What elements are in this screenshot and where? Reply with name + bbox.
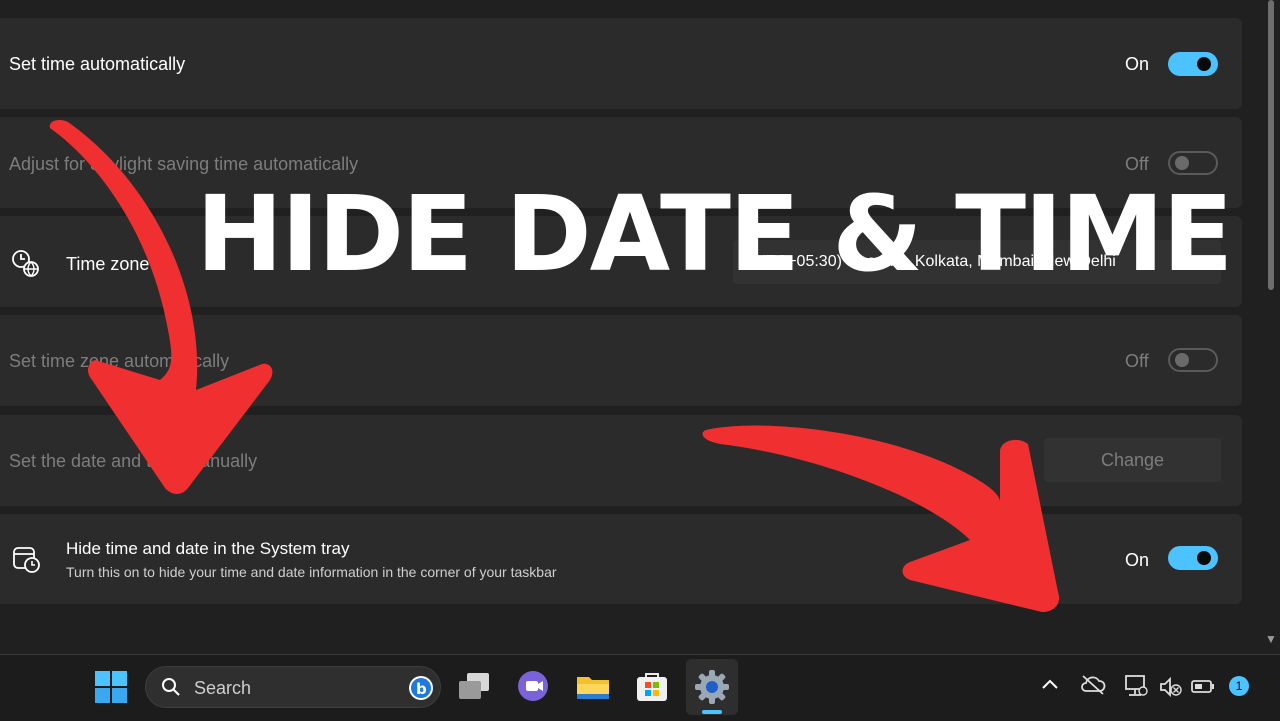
red-arrows-overlay: [49, 120, 1060, 612]
volume-muted-icon[interactable]: [1158, 675, 1184, 704]
bing-icon[interactable]: b: [408, 675, 434, 706]
right-arrow: [702, 425, 1060, 612]
gear-icon: [692, 667, 732, 712]
network-icon[interactable]: [1123, 673, 1149, 704]
search-icon: [161, 677, 181, 702]
active-app-indicator: [702, 710, 722, 714]
chevron-up-icon[interactable]: [1040, 675, 1060, 700]
battery-icon[interactable]: [1190, 677, 1216, 702]
notification-badge[interactable]: 1: [1229, 676, 1249, 696]
teams-chat-icon[interactable]: [514, 667, 554, 707]
svg-text:b: b: [416, 680, 427, 698]
task-view-icon[interactable]: [455, 667, 495, 707]
search-label: Search: [194, 678, 252, 698]
file-explorer-icon[interactable]: [573, 667, 613, 707]
onedrive-offline-icon[interactable]: [1080, 673, 1106, 702]
microsoft-store-icon[interactable]: [632, 667, 672, 707]
headline-overlay: HIDE DATE & TIME: [196, 173, 1233, 295]
taskbar-search-box[interactable]: Search b: [145, 666, 441, 708]
settings-app-highlight[interactable]: [686, 659, 738, 715]
taskbar: Search b 1: [0, 654, 1280, 721]
windows-start-icon[interactable]: [91, 667, 131, 707]
